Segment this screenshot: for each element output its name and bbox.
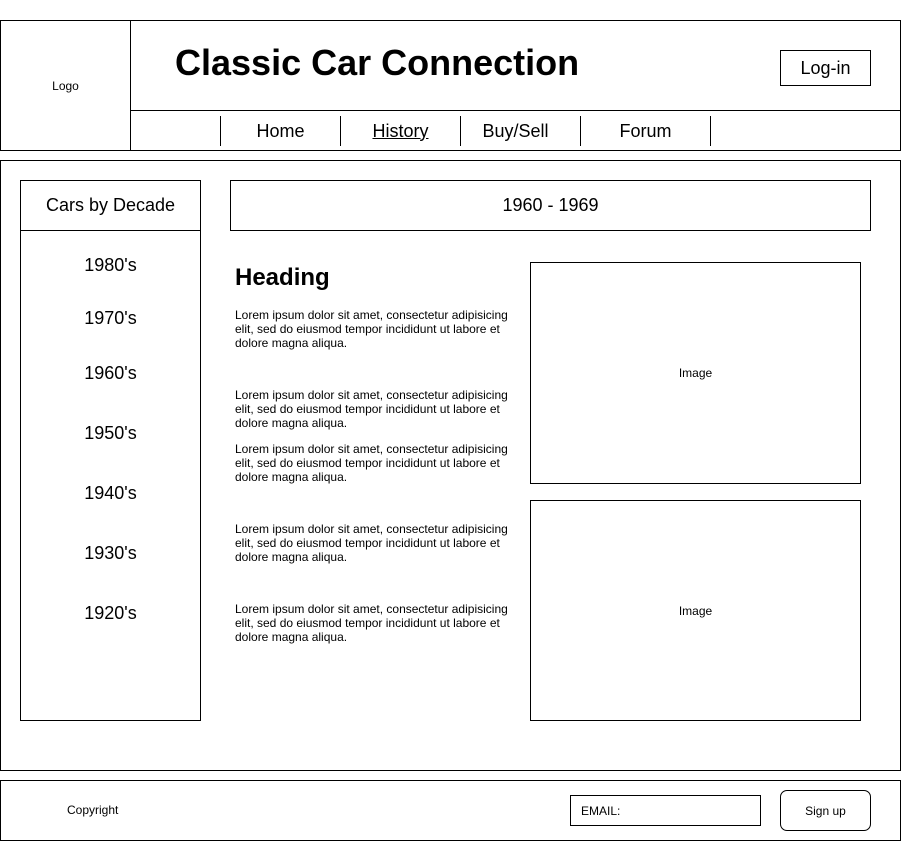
nav-separator — [710, 116, 711, 146]
image-placeholder: Image — [530, 262, 861, 484]
signup-button[interactable]: Sign up — [780, 790, 871, 831]
nav-forum[interactable]: Forum — [581, 116, 710, 146]
nav-divider — [131, 110, 901, 111]
email-field[interactable]: EMAIL: — [570, 795, 761, 826]
article-paragraph: Lorem ipsum dolor sit amet, consectetur … — [235, 308, 508, 350]
decade-link-1940s[interactable]: 1940's — [20, 483, 201, 504]
decade-range-title: 1960 - 1969 — [230, 180, 871, 231]
signup-label: Sign up — [805, 803, 846, 818]
image-label: Image — [678, 366, 713, 380]
article-heading: Heading — [235, 264, 330, 291]
image-placeholder: Image — [530, 500, 861, 721]
login-button[interactable]: Log-in — [780, 50, 871, 86]
email-placeholder: EMAIL: — [581, 803, 621, 818]
site-footer — [0, 780, 901, 841]
image-label: Image — [678, 603, 713, 618]
decade-link-1950s[interactable]: 1950's — [20, 423, 201, 444]
login-label: Log-in — [800, 57, 851, 78]
article-paragraph: Lorem ipsum dolor sit amet, consectetur … — [235, 522, 508, 564]
decade-link-1980s[interactable]: 1980's — [20, 255, 201, 276]
logo[interactable]: Logo — [0, 20, 131, 151]
decade-link-1970s[interactable]: 1970's — [20, 308, 201, 329]
decade-link-1960s[interactable]: 1960's — [20, 363, 201, 384]
article-paragraph: Lorem ipsum dolor sit amet, consectetur … — [235, 602, 508, 644]
sidebar-title: Cars by Decade — [20, 180, 201, 231]
decade-link-1930s[interactable]: 1930's — [20, 543, 201, 564]
copyright-text: Copyright — [67, 803, 119, 817]
logo-label: Logo — [52, 78, 79, 93]
decade-link-1920s[interactable]: 1920's — [20, 603, 201, 624]
nav-buy-sell[interactable]: Buy/Sell — [461, 116, 570, 146]
nav-history[interactable]: History — [341, 116, 460, 146]
nav-home[interactable]: Home — [221, 116, 340, 146]
article-paragraph: Lorem ipsum dolor sit amet, consectetur … — [235, 442, 508, 484]
article-paragraph: Lorem ipsum dolor sit amet, consectetur … — [235, 388, 508, 430]
site-title: Classic Car Connection — [175, 42, 580, 83]
